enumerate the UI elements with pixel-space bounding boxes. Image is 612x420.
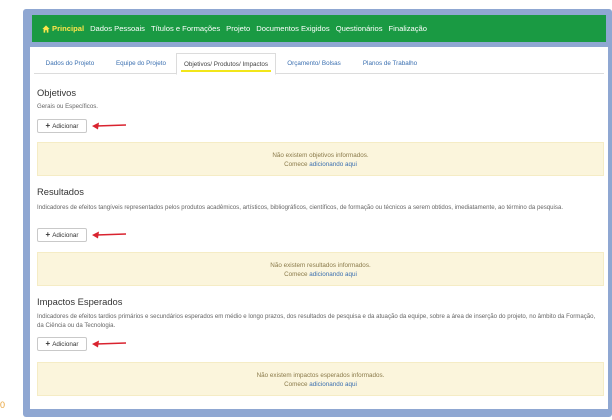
button-label: Adicionar [52,340,79,348]
red-arrow-icon [92,122,127,130]
add-here-link[interactable]: adicionando aqui [309,381,357,388]
section-title-objetivos: Objetivos [37,87,77,98]
add-resultado-button[interactable]: + Adicionar [37,228,87,242]
nav-item-dados-pessoais[interactable]: Dados Pessoais [90,24,145,33]
tab-label: Dados do Projeto [45,60,95,67]
nav-label-principal: Principal [52,24,85,33]
empty-notice-objetivos: Não existem objetivos informados. Comece… [37,142,604,176]
corner-mark: 0 [0,400,6,410]
tab-orcamento-bolsas[interactable]: Orçamento/ Bolsas [278,53,350,74]
empty-message: Não existem resultados informados. [270,262,371,269]
tab-objetivos-produtos-impactos[interactable]: Objetivos/ Produtos/ Impactos [176,53,276,75]
nav-item-finalizacao[interactable]: Finalização [389,24,427,33]
start-line: Comece adicionando aqui [38,160,603,169]
add-impacto-button[interactable]: + Adicionar [37,337,87,351]
nav-item-documentos-exigidos[interactable]: Documentos Exigidos [256,24,329,33]
plus-icon: + [45,230,51,239]
nav-item-titulos-formacoes[interactable]: Títulos e Formações [151,24,220,33]
tab-bar: Dados do Projeto Equipe do Projeto Objet… [34,53,604,75]
section-desc-objetivos: Gerais ou Específicos. [37,103,98,110]
tab-label: Objetivos/ Produtos/ Impactos [184,60,268,68]
tab-label: Planos de Trabalho [362,60,418,67]
start-line: Comece adicionando aqui [38,270,603,279]
nav-item-principal[interactable]: Principal [42,24,84,33]
tab-highlight-mark [181,70,271,72]
add-objetivo-button[interactable]: + Adicionar [37,119,87,133]
nav-item-questionarios[interactable]: Questionários [336,24,383,33]
add-here-link[interactable]: adicionando aqui [309,271,357,278]
section-desc-impactos: Indicadores de efeitos tardios primários… [37,313,596,329]
empty-message: Não existem objetivos informados. [272,152,369,159]
top-navbar: Principal Dados Pessoais Títulos e Forma… [32,15,606,42]
empty-notice-impactos: Não existem impactos esperados informado… [37,362,604,396]
tab-planos-trabalho[interactable]: Planos de Trabalho [352,53,428,74]
section-desc-resultados: Indicadores de efeitos tangíveis represe… [37,204,564,211]
red-arrow-icon [92,231,127,239]
start-line: Comece adicionando aqui [38,380,603,389]
add-here-link[interactable]: adicionando aqui [309,161,357,168]
start-prefix: Comece [284,271,308,278]
button-label: Adicionar [52,231,79,239]
tab-label: Equipe do Projeto [115,60,167,67]
red-arrow-icon [92,340,127,348]
plus-icon: + [45,121,51,130]
empty-notice-resultados: Não existem resultados informados. Comec… [37,252,604,286]
empty-message: Não existem impactos esperados informado… [256,372,385,379]
tab-equipe-projeto[interactable]: Equipe do Projeto [108,53,174,74]
start-prefix: Comece [284,161,308,168]
section-title-resultados: Resultados [37,186,84,197]
tab-label: Orçamento/ Bolsas [287,60,341,67]
nav-item-projeto[interactable]: Projeto [226,24,250,33]
plus-icon: + [45,339,51,348]
section-title-impactos: Impactos Esperados [37,296,123,307]
start-prefix: Comece [284,381,308,388]
home-icon [42,24,50,33]
button-label: Adicionar [52,122,79,130]
tab-dados-projeto[interactable]: Dados do Projeto [34,53,106,74]
content-panel: Dados do Projeto Equipe do Projeto Objet… [30,47,608,409]
